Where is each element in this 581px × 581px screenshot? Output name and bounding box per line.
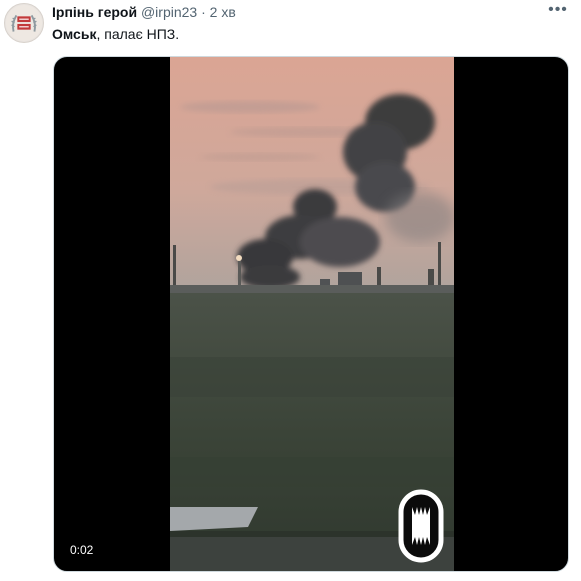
tweet-time[interactable]: 2 хв	[210, 4, 236, 20]
tweet-text-bold: Омськ	[52, 26, 97, 42]
video-timestamp: 0:02	[64, 541, 100, 559]
avatar[interactable]	[4, 3, 44, 43]
tweet: Ірпінь герой @irpin23 · 2 хв ••• Омськ, …	[0, 0, 581, 581]
tweet-header: Ірпінь герой @irpin23 · 2 хв	[52, 3, 236, 21]
video-player[interactable]: 0:02	[53, 56, 569, 572]
tweet-text-rest: , палає НПЗ.	[96, 26, 180, 42]
more-options-icon[interactable]: •••	[547, 2, 569, 20]
author-name[interactable]: Ірпінь герой	[52, 4, 137, 20]
tweet-text: Омськ, палає НПЗ.	[52, 25, 179, 43]
avatar-logo-icon	[5, 4, 43, 42]
separator-dot: ·	[201, 4, 206, 20]
channel-watermark-icon	[398, 489, 444, 563]
author-handle[interactable]: @irpin23	[141, 4, 197, 20]
